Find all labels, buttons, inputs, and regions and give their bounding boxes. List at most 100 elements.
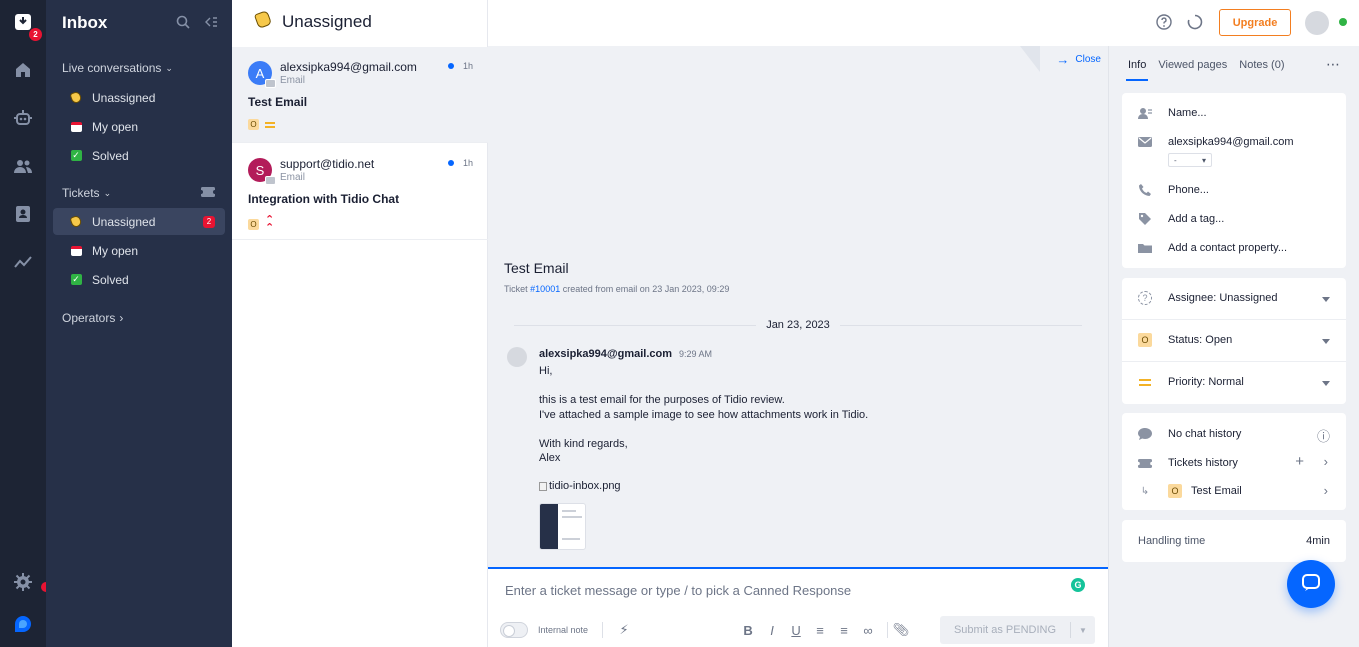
sidebar-item-live-my-open[interactable]: My open [53, 113, 225, 140]
sidebar-item-tickets-unassigned[interactable]: Unassigned 2 [53, 208, 225, 235]
add-icon[interactable]: + [1295, 453, 1304, 470]
status-select[interactable]: O Status: Open [1138, 333, 1232, 347]
email-field[interactable]: alexsipka994@gmail.com [1138, 135, 1294, 149]
chevron-down-icon: ▾ [1201, 155, 1206, 165]
close-ticket-button[interactable]: → Close [1020, 46, 1105, 72]
submit-button[interactable]: Submit as PENDING ▼ [940, 616, 1095, 644]
tickets-history-row[interactable]: Tickets history [1138, 456, 1238, 470]
sidebar-item-label: Solved [92, 148, 129, 163]
link-icon[interactable]: ∞ [861, 623, 875, 638]
sidebar-item-tickets-solved[interactable]: ✓ Solved [53, 266, 225, 293]
internal-note-toggle[interactable] [500, 622, 528, 638]
attachment-icon[interactable]: 📎︎ [893, 622, 910, 637]
ticket-properties-card: ? Assignee: Unassigned O Status: Open Pr… [1122, 278, 1346, 404]
inbox-badge: 2 [29, 28, 42, 41]
assignee-value: Assignee: Unassigned [1168, 292, 1278, 304]
email-icon [265, 79, 276, 88]
priority-normal-icon [265, 121, 275, 128]
settings-icon[interactable] [11, 570, 35, 594]
message-composer: Enter a ticket message or type / to pick… [488, 567, 1108, 647]
chat-history-row: No chat history [1138, 427, 1241, 441]
priority-normal-icon [1138, 375, 1152, 389]
italic-icon[interactable]: I [765, 623, 779, 638]
assignee-select[interactable]: ? Assignee: Unassigned [1138, 291, 1277, 305]
sidebar-item-tickets-my-open[interactable]: My open [53, 237, 225, 264]
chat-bubble-icon [1138, 427, 1152, 441]
no-chat-history-label: No chat history [1168, 428, 1242, 440]
priority-select[interactable]: Priority: Normal [1138, 375, 1244, 389]
email-icon [265, 176, 276, 185]
add-property-field[interactable]: Add a contact property... [1138, 241, 1287, 255]
chat-widget-button[interactable] [1287, 560, 1335, 608]
ticket-icon[interactable] [199, 186, 217, 201]
analytics-icon[interactable] [11, 250, 35, 274]
unread-dot [448, 63, 454, 69]
message-from: alexsipka994@gmail.com [539, 348, 673, 360]
bold-icon[interactable]: B [741, 623, 755, 638]
visitors-icon[interactable] [11, 154, 35, 178]
sidebar-item-live-solved[interactable]: ✓ Solved [53, 142, 225, 169]
help-icon[interactable] [1156, 14, 1172, 30]
operators-label: Operators [62, 311, 116, 325]
chevron-right-icon[interactable]: › [1324, 454, 1328, 469]
chevron-down-icon[interactable] [1322, 381, 1330, 386]
home-icon[interactable] [11, 58, 35, 82]
tidio-logo-icon[interactable] [11, 612, 35, 636]
numbered-list-icon[interactable]: ≡ [837, 623, 851, 638]
chevron-down-icon[interactable]: ▼ [1070, 622, 1095, 638]
history-card: No chat history ⓘ Tickets history + › ↳ … [1122, 413, 1346, 510]
collapse-sidebar-icon[interactable] [204, 15, 218, 32]
conversation-item[interactable]: A alexsipka994@gmail.com Email 1h Test E… [232, 47, 488, 143]
chevron-down-icon[interactable] [1322, 297, 1330, 302]
conversation-item[interactable]: S support@tidio.net Email 1h Integration… [232, 144, 488, 240]
attachment-thumbnail[interactable] [539, 503, 586, 550]
phone-field[interactable]: Phone... [1138, 183, 1209, 197]
lightning-icon[interactable]: ⚡︎ [617, 622, 631, 637]
more-options-icon[interactable]: ⋯ [1326, 56, 1341, 73]
chevron-right-icon[interactable]: › [1324, 483, 1328, 498]
status-sync-icon[interactable] [1187, 14, 1203, 30]
composer-input[interactable]: Enter a ticket message or type / to pick… [505, 583, 851, 598]
tab-viewed-pages[interactable]: Viewed pages [1158, 59, 1227, 71]
attachment-link[interactable]: tidio-inbox.png [539, 480, 621, 492]
email-type-select[interactable]: - ▾ [1168, 153, 1212, 167]
avatar[interactable] [1305, 11, 1329, 35]
bot-icon[interactable] [11, 106, 35, 130]
name-field[interactable]: Name... [1138, 106, 1207, 120]
history-ticket-title: Test Email [1191, 485, 1242, 497]
contact-card: Name... alexsipka994@gmail.com - ▾ Phone… [1122, 93, 1346, 268]
waving-hand-icon [69, 214, 83, 229]
submit-label: Submit as PENDING [953, 624, 1057, 636]
grammarly-icon[interactable]: G [1071, 578, 1085, 592]
conversation-channel: Email [280, 75, 306, 86]
waving-hand-icon [69, 90, 83, 105]
sidebar-item-live-unassigned[interactable]: Unassigned [53, 84, 225, 111]
status-badge: O [248, 218, 259, 230]
handling-time-value: 4min [1306, 535, 1330, 547]
search-icon[interactable] [176, 15, 190, 32]
chevron-down-icon[interactable] [1322, 339, 1330, 344]
info-tabs: Info Viewed pages Notes (0) ⋯ [1108, 46, 1359, 84]
waving-hand-icon [253, 10, 273, 32]
operators-section[interactable]: Operators › [62, 311, 123, 325]
live-conversations-section[interactable]: Live conversations ⌄ [62, 61, 173, 75]
internal-note-label: Internal note [538, 625, 589, 635]
tab-notes[interactable]: Notes (0) [1239, 59, 1284, 71]
bullet-list-icon[interactable]: ≡ [813, 623, 827, 638]
history-ticket-item[interactable]: ↳ O Test Email [1138, 484, 1242, 498]
conversation-time: 1h [463, 61, 474, 71]
underline-icon[interactable]: U [789, 623, 803, 638]
upgrade-button[interactable]: Upgrade [1219, 9, 1291, 36]
tab-info[interactable]: Info [1125, 59, 1149, 81]
check-box-icon: ✓ [70, 150, 82, 161]
ticket-id-link[interactable]: #10001 [530, 284, 560, 294]
app-rail: 2 [0, 0, 51, 647]
info-icon[interactable]: ⓘ [1317, 426, 1330, 445]
list-title: Unassigned [282, 12, 372, 31]
contacts-icon[interactable] [11, 202, 35, 226]
sidebar-title: Inbox [62, 13, 108, 32]
tickets-section[interactable]: Tickets ⌄ [62, 186, 111, 200]
status-value: Status: Open [1168, 334, 1233, 346]
add-tag-field[interactable]: Add a tag... [1138, 212, 1224, 226]
person-icon [1138, 106, 1152, 120]
